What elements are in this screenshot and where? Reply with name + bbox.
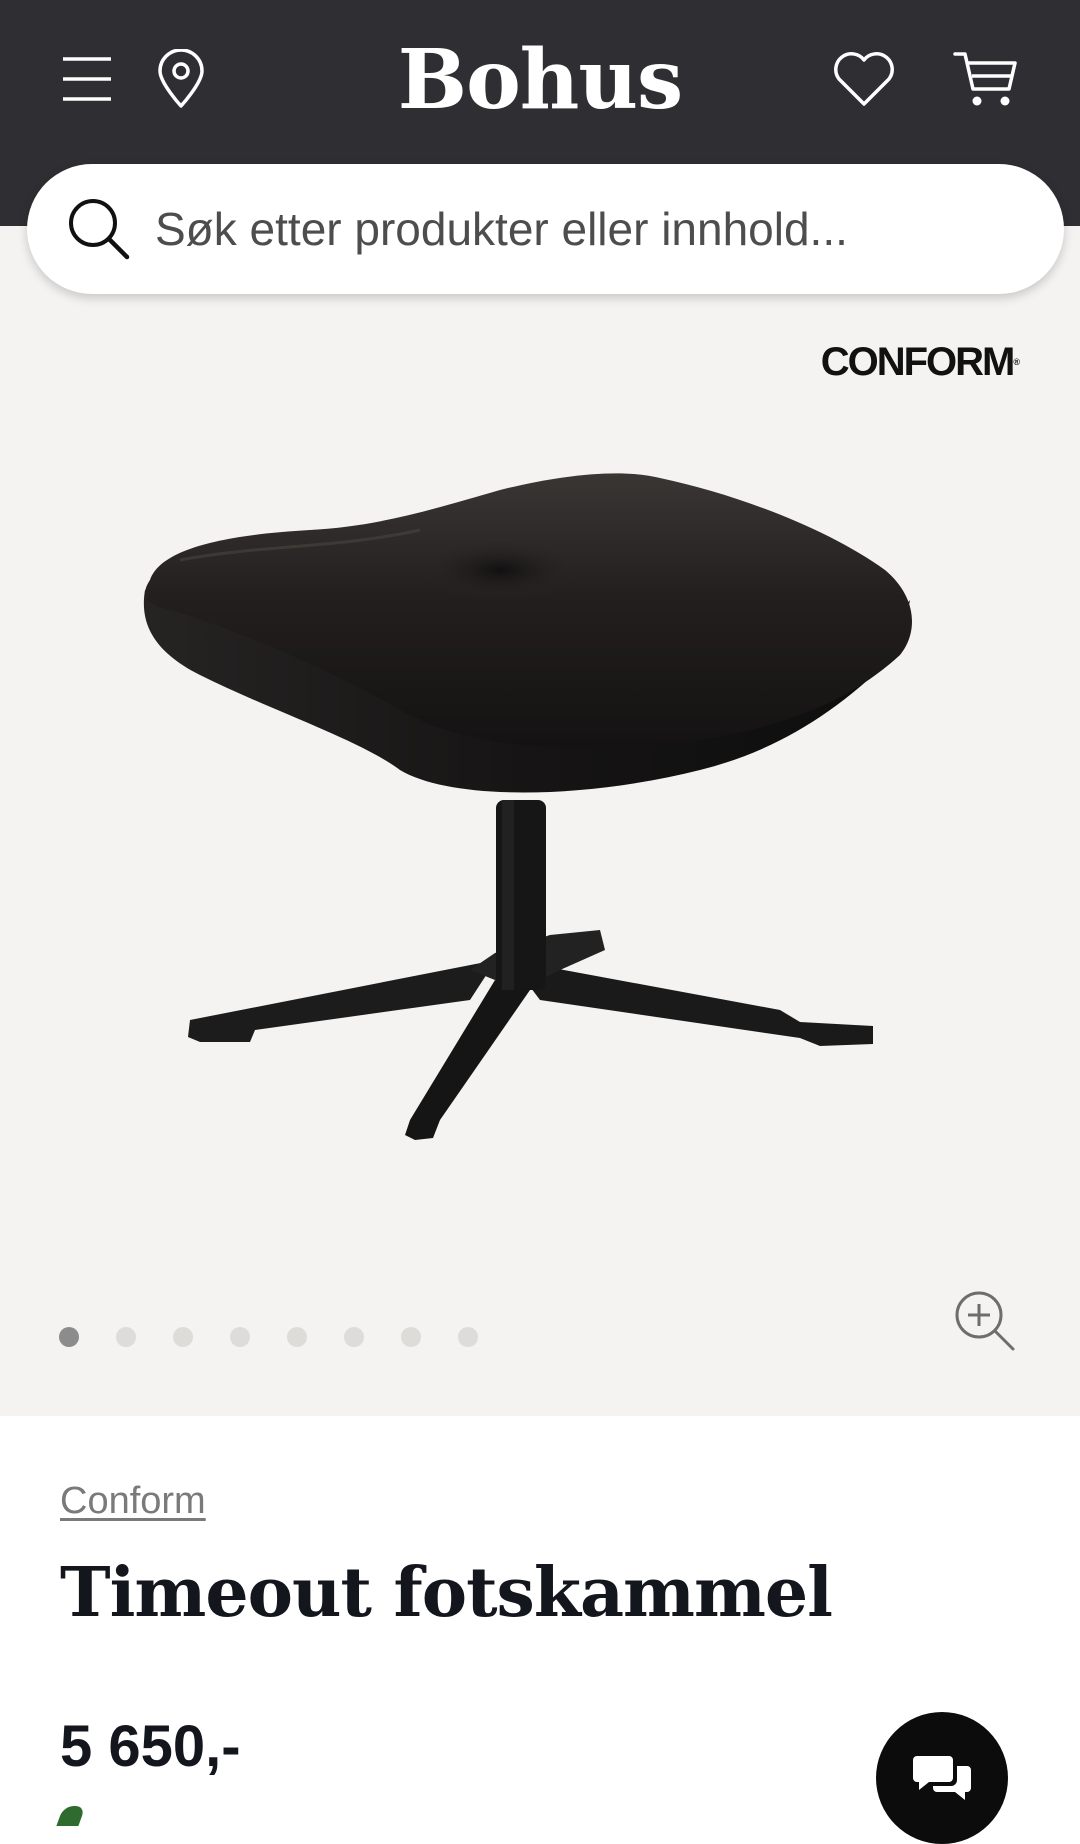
bohus-logo[interactable]: Bohus <box>390 30 690 130</box>
brand-link[interactable]: Conform <box>60 1480 206 1523</box>
stock-indicator-icon <box>56 1806 86 1826</box>
registered-mark: ® <box>1013 357 1020 367</box>
wishlist-button[interactable] <box>826 44 902 114</box>
carousel-dot[interactable] <box>287 1327 307 1347</box>
carousel-dot[interactable] <box>230 1327 250 1347</box>
carousel-dot[interactable] <box>173 1327 193 1347</box>
search-input[interactable] <box>155 202 1015 256</box>
cart-button[interactable] <box>946 44 1026 114</box>
product-price: 5 650,- <box>60 1714 241 1779</box>
product-title: Timeout fotskammel <box>60 1553 833 1633</box>
carousel-dot[interactable] <box>116 1327 136 1347</box>
carousel-dots <box>59 1325 515 1349</box>
cart-icon <box>953 52 1017 106</box>
brand-logo-text: CONFORM <box>820 340 1016 384</box>
zoom-in-icon <box>955 1291 1015 1351</box>
chat-button[interactable] <box>876 1712 1008 1844</box>
carousel-dot[interactable] <box>458 1327 478 1347</box>
brand-logo: CONFORM® <box>780 334 1020 390</box>
store-locator-button[interactable] <box>148 44 214 114</box>
carousel-dot[interactable] <box>59 1327 79 1347</box>
zoom-button[interactable] <box>950 1286 1020 1356</box>
heart-icon <box>834 52 894 106</box>
carousel-dot[interactable] <box>344 1327 364 1347</box>
menu-icon <box>63 57 111 101</box>
menu-button[interactable] <box>52 44 122 114</box>
search-icon <box>69 199 130 260</box>
chat-bubbles-icon <box>913 1756 971 1800</box>
carousel-dot[interactable] <box>401 1327 421 1347</box>
product-image[interactable] <box>140 470 940 1150</box>
search-bar[interactable] <box>27 164 1064 294</box>
location-pin-icon <box>158 49 204 108</box>
